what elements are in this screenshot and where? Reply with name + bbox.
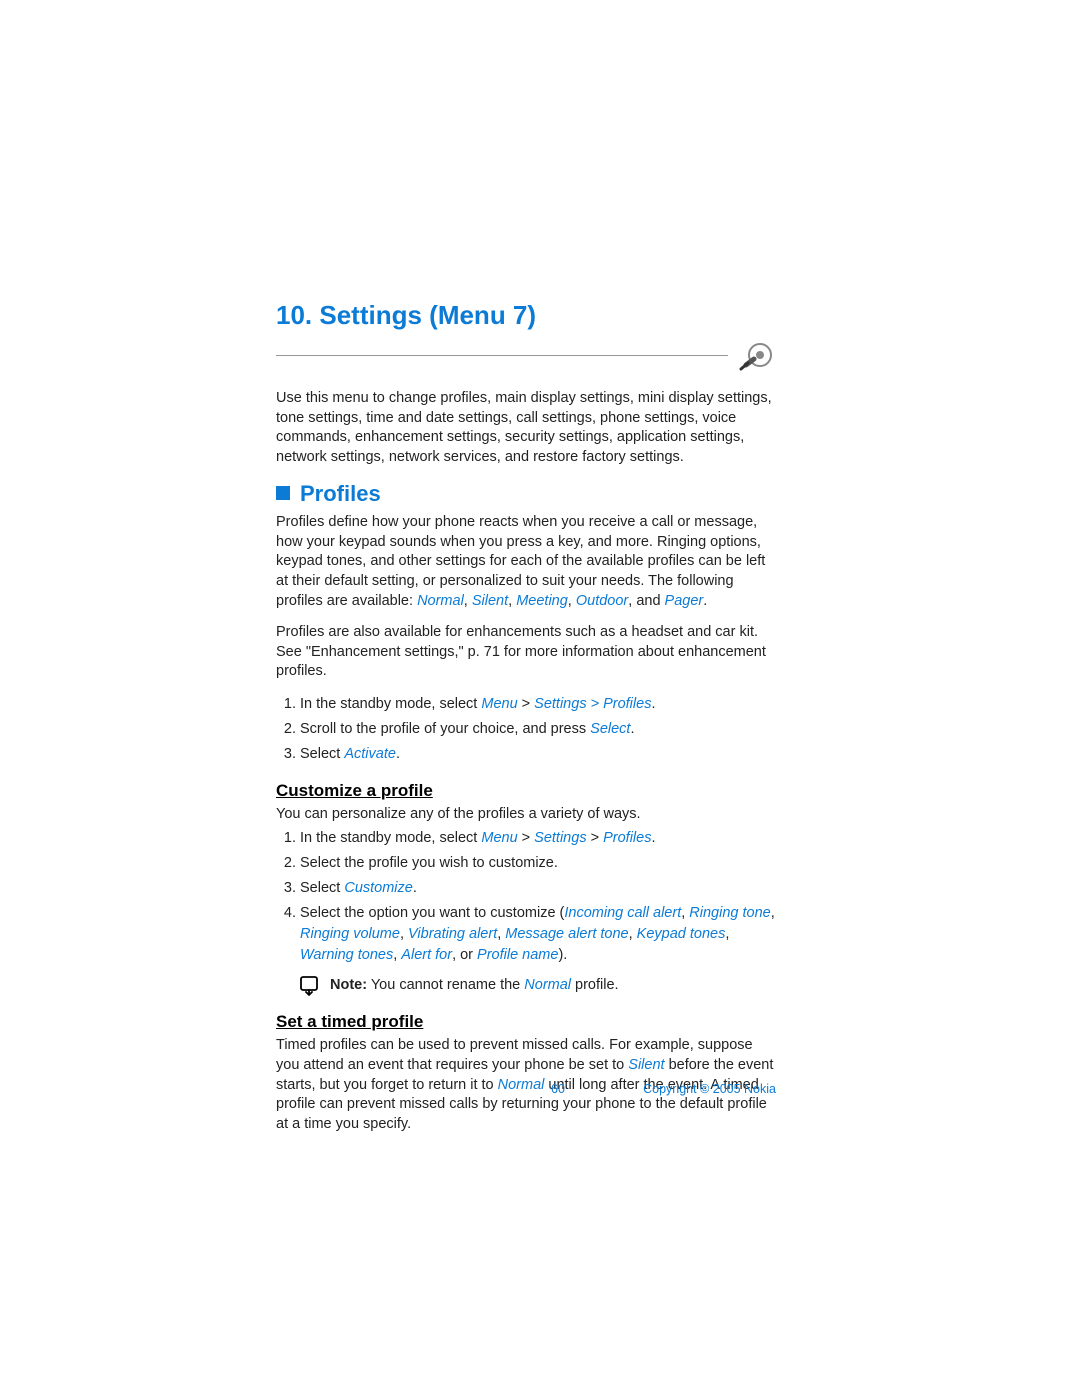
text: You cannot rename the [367,977,524,993]
step-3: Select Activate. [300,744,776,765]
opt: Keypad tones [637,926,726,942]
step-1: In the standby mode, select Menu > Setti… [300,694,776,715]
opt: Message alert tone [505,926,628,942]
opt: Alert for [401,947,452,963]
profiles-paragraph-2: Profiles are also available for enhancem… [276,623,776,682]
chapter-divider [276,339,776,371]
menu-path: Menu [481,830,517,846]
customize-steps: In the standby mode, select Menu > Setti… [276,828,776,966]
text: , or [452,947,477,963]
menu-path: Menu [481,696,517,712]
menu-path: Profiles [603,830,651,846]
profiles-paragraph-1: Profiles define how your phone reacts wh… [276,513,776,611]
page: 10. Settings (Menu 7) Use this menu to c… [0,0,1080,1397]
profile-outdoor: Outdoor [576,593,628,609]
profile-silent: Silent [472,593,508,609]
cstep-2: Select the profile you wish to customize… [300,853,776,874]
opt: Warning tones [300,947,393,963]
customize-paragraph: You can personalize any of the profiles … [276,805,776,825]
note-icon [300,976,322,996]
cstep-1: In the standby mode, select Menu > Setti… [300,828,776,849]
text: ). [558,947,567,963]
profile-normal: Normal [417,593,464,609]
menu-path: Settings [534,830,586,846]
note-text: Note: You cannot rename the Normal profi… [330,976,619,996]
normal-profile: Normal [524,977,571,993]
text: In the standby mode, select [300,830,481,846]
page-footer: 60 Copyright © 2005 Nokia [276,1082,776,1096]
opt: Vibrating alert [408,926,497,942]
chapter-title: 10. Settings (Menu 7) [276,300,776,333]
note-label: Note: [330,977,367,993]
profiles-steps: In the standby mode, select Menu > Setti… [276,694,776,765]
text: Scroll to the profile of your choice, an… [300,721,590,737]
timed-heading: Set a timed profile [276,1012,776,1032]
content-column: 10. Settings (Menu 7) Use this menu to c… [276,300,776,1134]
copyright-text: Copyright © 2005 Nokia [643,1082,776,1096]
opt: Incoming call alert [564,905,681,921]
opt: Ringing volume [300,926,400,942]
silent-profile: Silent [628,1057,664,1073]
note: Note: You cannot rename the Normal profi… [300,976,776,996]
customize-option: Customize [344,880,413,896]
profile-pager: Pager [665,593,704,609]
customize-heading: Customize a profile [276,781,776,801]
text: In the standby mode, select [300,696,481,712]
cstep-4: Select the option you want to customize … [300,903,776,966]
settings-icon [736,339,776,371]
divider-rule [276,355,728,356]
profiles-heading-text: Profiles [300,481,381,506]
text: Select [300,746,344,762]
profiles-heading: Profiles [276,481,776,507]
text: profile. [571,977,619,993]
cstep-3: Select Customize. [300,878,776,899]
text: Select the option you want to customize … [300,905,564,921]
square-bullet-icon [276,486,290,500]
select-key: Select [590,721,630,737]
profile-meeting: Meeting [516,593,568,609]
opt: Ringing tone [689,905,770,921]
opt: Profile name [477,947,558,963]
step-2: Scroll to the profile of your choice, an… [300,719,776,740]
menu-path: Settings > Profiles [534,696,651,712]
intro-paragraph: Use this menu to change profiles, main d… [276,389,776,467]
text: Select [300,880,344,896]
page-number: 60 [551,1082,565,1096]
activate-option: Activate [344,746,396,762]
